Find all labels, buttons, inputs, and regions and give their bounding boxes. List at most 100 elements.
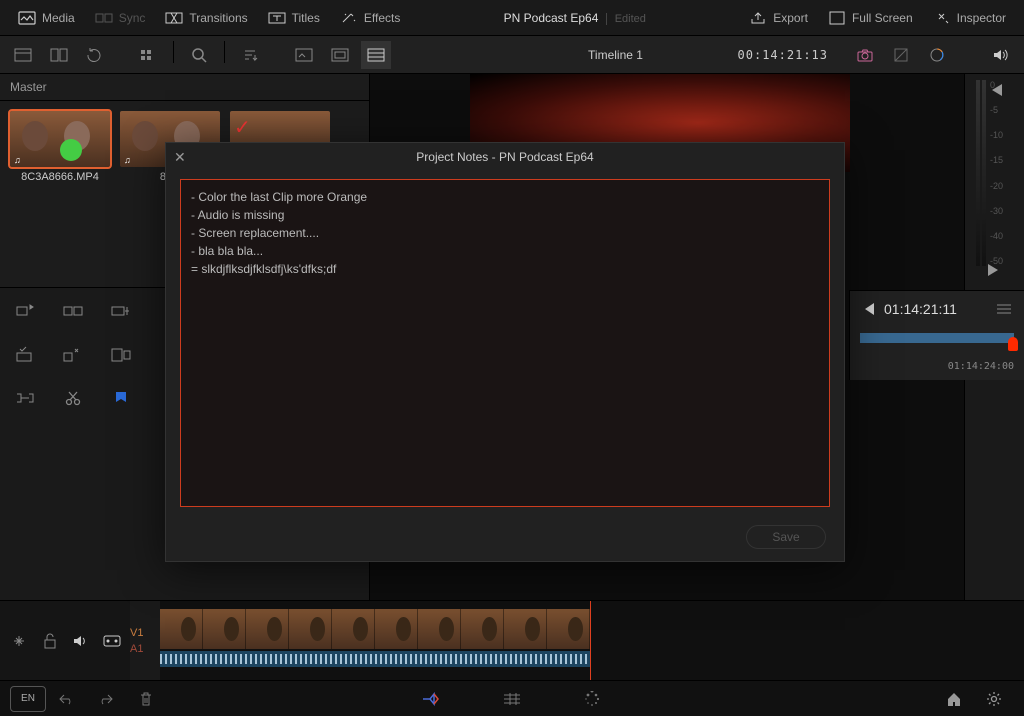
menu-titles-label: Titles xyxy=(292,11,320,25)
closeup-tool[interactable] xyxy=(106,340,136,368)
menu-transitions[interactable]: Transitions xyxy=(155,11,257,25)
track-v1-label[interactable]: V1 xyxy=(130,627,160,639)
meter-label: 0 xyxy=(990,80,1014,90)
mini-timeline-panel: 01:14:21:11 01:14:24:00 xyxy=(849,290,1024,380)
clip-thumb-1[interactable]: ♫ 8C3A8666.MP4 xyxy=(10,111,110,183)
top-menu-bar: Media Sync Transitions Titles Effects PN… xyxy=(0,0,1024,36)
page-switcher xyxy=(412,685,612,713)
tool-search[interactable] xyxy=(184,41,214,69)
audio-toggle[interactable] xyxy=(70,627,91,655)
inspector-icon xyxy=(933,11,951,25)
menu-inspector-label: Inspector xyxy=(957,11,1006,25)
project-title: PN Podcast Ep64 Edited xyxy=(410,11,739,25)
toolbar: Timeline 1 00:14:21:13 xyxy=(0,36,1024,74)
note-line: - Audio is missing xyxy=(191,206,819,224)
home-button[interactable] xyxy=(938,685,970,713)
meter-bar-l xyxy=(976,80,980,266)
page-cut[interactable] xyxy=(416,685,448,713)
project-name-label: PN Podcast Ep64 xyxy=(504,11,599,25)
note-line: - Screen replacement.... xyxy=(191,224,819,242)
lock-toggle[interactable] xyxy=(39,627,60,655)
audio-meter: 0 -5 -10 -15 -20 -30 -40 -50 xyxy=(976,80,1014,266)
panel-timecode[interactable]: 01:14:21:11 xyxy=(884,301,957,317)
redo-button[interactable] xyxy=(90,685,122,713)
sync-icon xyxy=(95,11,113,25)
track-a1-label[interactable]: A1 xyxy=(130,643,160,655)
menu-fullscreen[interactable]: Full Screen xyxy=(818,11,923,25)
mini-track[interactable] xyxy=(860,333,1014,343)
tool-thumbnails[interactable] xyxy=(133,41,163,69)
marker-tool[interactable] xyxy=(106,384,136,412)
goto-start-icon[interactable] xyxy=(862,303,874,315)
effects-icon xyxy=(340,11,358,25)
timeline: V1 A1 xyxy=(0,600,1024,680)
mini-playhead[interactable] xyxy=(1008,337,1018,351)
cut-tool[interactable] xyxy=(58,384,88,412)
page-loading[interactable] xyxy=(576,685,608,713)
close-icon[interactable]: ✕ xyxy=(174,149,186,166)
menu-transitions-label: Transitions xyxy=(189,11,247,25)
menu-effects[interactable]: Effects xyxy=(330,11,410,25)
insert-tool[interactable] xyxy=(10,296,40,324)
settings-button[interactable] xyxy=(978,685,1010,713)
tool-viewer1[interactable] xyxy=(289,41,319,69)
tool-view2[interactable] xyxy=(44,41,74,69)
menu-media-label: Media xyxy=(42,11,75,25)
viewer-timecode[interactable]: 00:14:21:13 xyxy=(738,48,828,62)
timeline-tracks[interactable] xyxy=(160,601,1024,680)
timeline-name[interactable]: Timeline 1 xyxy=(408,48,723,62)
audio-track-clip[interactable] xyxy=(160,651,590,667)
export-icon xyxy=(749,11,767,25)
dialog-header[interactable]: ✕ Project Notes - PN Podcast Ep64 xyxy=(166,143,844,171)
menu-titles[interactable]: Titles xyxy=(258,11,330,25)
video-track-clip[interactable] xyxy=(160,609,590,649)
tool-viewer3[interactable] xyxy=(361,41,391,69)
tool-bypass[interactable] xyxy=(886,41,916,69)
dialog-title: Project Notes - PN Podcast Ep64 xyxy=(416,150,593,164)
project-notes-dialog: ✕ Project Notes - PN Podcast Ep64 - Colo… xyxy=(165,142,845,562)
separator xyxy=(173,41,174,63)
track-labels: V1 A1 xyxy=(130,601,160,680)
save-button[interactable]: Save xyxy=(746,525,826,549)
menu-effects-label: Effects xyxy=(364,11,400,25)
note-line: - bla bla bla... xyxy=(191,242,819,260)
pool-header[interactable]: Master xyxy=(0,74,369,101)
snap-toggle[interactable] xyxy=(8,627,29,655)
menu-export-label: Export xyxy=(773,11,808,25)
trim-tool[interactable] xyxy=(10,384,40,412)
video-toggle[interactable] xyxy=(101,627,122,655)
tool-view1[interactable] xyxy=(8,41,38,69)
smartinsert-tool[interactable] xyxy=(10,340,40,368)
append-tool[interactable] xyxy=(106,296,136,324)
media-icon xyxy=(18,11,36,25)
page-edit[interactable] xyxy=(496,685,528,713)
playhead[interactable] xyxy=(590,601,591,680)
menu-inspector[interactable]: Inspector xyxy=(923,11,1016,25)
tool-colorwheel[interactable] xyxy=(922,41,952,69)
meter-label: -15 xyxy=(990,155,1014,165)
tool-capture[interactable] xyxy=(850,41,880,69)
fullscreen-icon xyxy=(828,11,846,25)
menu-media[interactable]: Media xyxy=(8,11,85,25)
ruler-timecode: 01:14:24:00 xyxy=(948,361,1014,372)
meter-label: -30 xyxy=(990,206,1014,216)
overwrite-tool[interactable] xyxy=(58,296,88,324)
ripple-tool[interactable] xyxy=(58,340,88,368)
tool-volume[interactable] xyxy=(986,41,1016,69)
tool-refresh[interactable] xyxy=(80,41,110,69)
menu-sync[interactable]: Sync xyxy=(85,11,156,25)
transitions-icon xyxy=(165,11,183,25)
delete-button[interactable] xyxy=(130,685,162,713)
tool-viewer2[interactable] xyxy=(325,41,355,69)
menu-sync-label: Sync xyxy=(119,11,146,25)
undo-button[interactable] xyxy=(50,685,82,713)
tool-sort[interactable] xyxy=(235,41,265,69)
language-button[interactable]: EN xyxy=(10,686,46,712)
note-line: = slkdjflksdjfklsdfj\ks'dfks;df xyxy=(191,260,819,278)
panel-menu-icon[interactable] xyxy=(996,303,1012,315)
titles-icon xyxy=(268,11,286,25)
menu-export[interactable]: Export xyxy=(739,11,818,25)
meter-label: -50 xyxy=(990,256,1014,266)
notes-textarea[interactable]: - Color the last Clip more Orange - Audi… xyxy=(180,179,830,507)
meter-label: -40 xyxy=(990,231,1014,241)
